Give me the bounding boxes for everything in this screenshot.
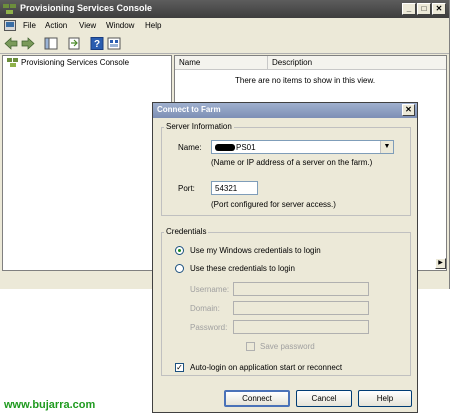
console-root-icon bbox=[7, 58, 18, 67]
port-value: 54321 bbox=[215, 184, 238, 193]
forward-arrow-icon[interactable] bbox=[21, 37, 35, 50]
connect-to-farm-dialog: Connect to Farm ✕ Server Information Nam… bbox=[152, 102, 418, 413]
toolbar: ? bbox=[0, 34, 449, 54]
autologin-label: Auto-login on application start or recon… bbox=[190, 363, 343, 372]
name-hint: (Name or IP address of a server on the f… bbox=[211, 158, 373, 167]
close-button[interactable]: ✕ bbox=[432, 3, 446, 15]
export-list-icon[interactable] bbox=[67, 37, 81, 50]
console-icon[interactable] bbox=[4, 20, 16, 31]
column-name-label: Name bbox=[179, 58, 201, 67]
help-button[interactable]: Help bbox=[358, 390, 412, 407]
window-title: Provisioning Services Console bbox=[20, 3, 153, 13]
save-password-label: Save password bbox=[260, 342, 315, 351]
close-icon: ✕ bbox=[435, 4, 443, 13]
empty-list-message: There are no items to show in this view. bbox=[235, 76, 376, 85]
dialog-title-bar: Connect to Farm ✕ bbox=[153, 103, 417, 118]
dialog-title: Connect to Farm bbox=[157, 105, 221, 114]
name-label: Name: bbox=[178, 143, 202, 152]
credentials-legend: Credentials bbox=[164, 227, 209, 236]
save-password-checkbox[interactable] bbox=[246, 342, 255, 351]
svg-text:?: ? bbox=[94, 39, 100, 50]
password-label: Password: bbox=[190, 323, 228, 332]
menu-view[interactable]: View bbox=[79, 21, 96, 30]
port-input[interactable]: 54321 bbox=[211, 181, 258, 195]
port-label: Port: bbox=[178, 184, 195, 193]
chevron-down-icon[interactable]: ▼ bbox=[380, 141, 393, 153]
column-description-label: Description bbox=[272, 58, 313, 67]
cancel-button[interactable]: Cancel bbox=[296, 390, 352, 407]
show-hide-tree-icon[interactable] bbox=[44, 37, 58, 50]
properties-icon[interactable] bbox=[107, 37, 121, 50]
tree-pane: Provisioning Services Console bbox=[2, 55, 172, 271]
menu-action[interactable]: Action bbox=[45, 21, 67, 30]
menu-help[interactable]: Help bbox=[145, 21, 161, 30]
minimize-button[interactable]: _ bbox=[402, 3, 416, 15]
these-credentials-radio[interactable] bbox=[175, 264, 184, 273]
scroll-right-icon: ▶ bbox=[438, 260, 443, 266]
windows-credentials-radio[interactable] bbox=[175, 246, 184, 255]
tree-root-label[interactable]: Provisioning Services Console bbox=[21, 58, 129, 67]
these-credentials-label: Use these credentials to login bbox=[190, 264, 295, 273]
maximize-icon: □ bbox=[421, 4, 427, 13]
password-input[interactable] bbox=[233, 320, 369, 334]
username-label: Username: bbox=[190, 285, 230, 294]
port-hint: (Port configured for server access.) bbox=[211, 200, 336, 209]
app-icon bbox=[3, 4, 16, 14]
close-icon: ✕ bbox=[405, 105, 412, 114]
maximize-button[interactable]: □ bbox=[417, 3, 431, 15]
title-bar: Provisioning Services Console _ □ ✕ bbox=[0, 0, 449, 18]
redacted-mark bbox=[215, 144, 235, 151]
watermark: www.bujarra.com bbox=[4, 399, 96, 411]
username-input[interactable] bbox=[233, 282, 369, 296]
menu-file[interactable]: File bbox=[23, 21, 36, 30]
connect-button[interactable]: Connect bbox=[224, 390, 290, 407]
server-information-legend: Server Information bbox=[164, 122, 234, 131]
menu-bar: File Action View Window Help bbox=[0, 18, 449, 34]
dialog-close-button[interactable]: ✕ bbox=[402, 104, 415, 116]
windows-credentials-label: Use my Windows credentials to login bbox=[190, 246, 321, 255]
column-header-name[interactable]: Name bbox=[175, 56, 268, 70]
minimize-icon: _ bbox=[406, 4, 412, 13]
server-name-value: PS01 bbox=[236, 143, 256, 152]
help-icon[interactable]: ? bbox=[90, 37, 104, 50]
server-name-combo[interactable]: PS01 ▼ bbox=[211, 140, 394, 154]
menu-window[interactable]: Window bbox=[106, 21, 134, 30]
domain-input[interactable] bbox=[233, 301, 369, 315]
checkmark-icon: ✓ bbox=[176, 363, 183, 372]
back-arrow-icon[interactable] bbox=[4, 37, 18, 50]
domain-label: Domain: bbox=[190, 304, 220, 313]
scroll-right-button[interactable]: ▶ bbox=[435, 258, 446, 269]
autologin-checkbox[interactable]: ✓ bbox=[175, 363, 184, 372]
column-header-description[interactable]: Description bbox=[268, 56, 446, 70]
